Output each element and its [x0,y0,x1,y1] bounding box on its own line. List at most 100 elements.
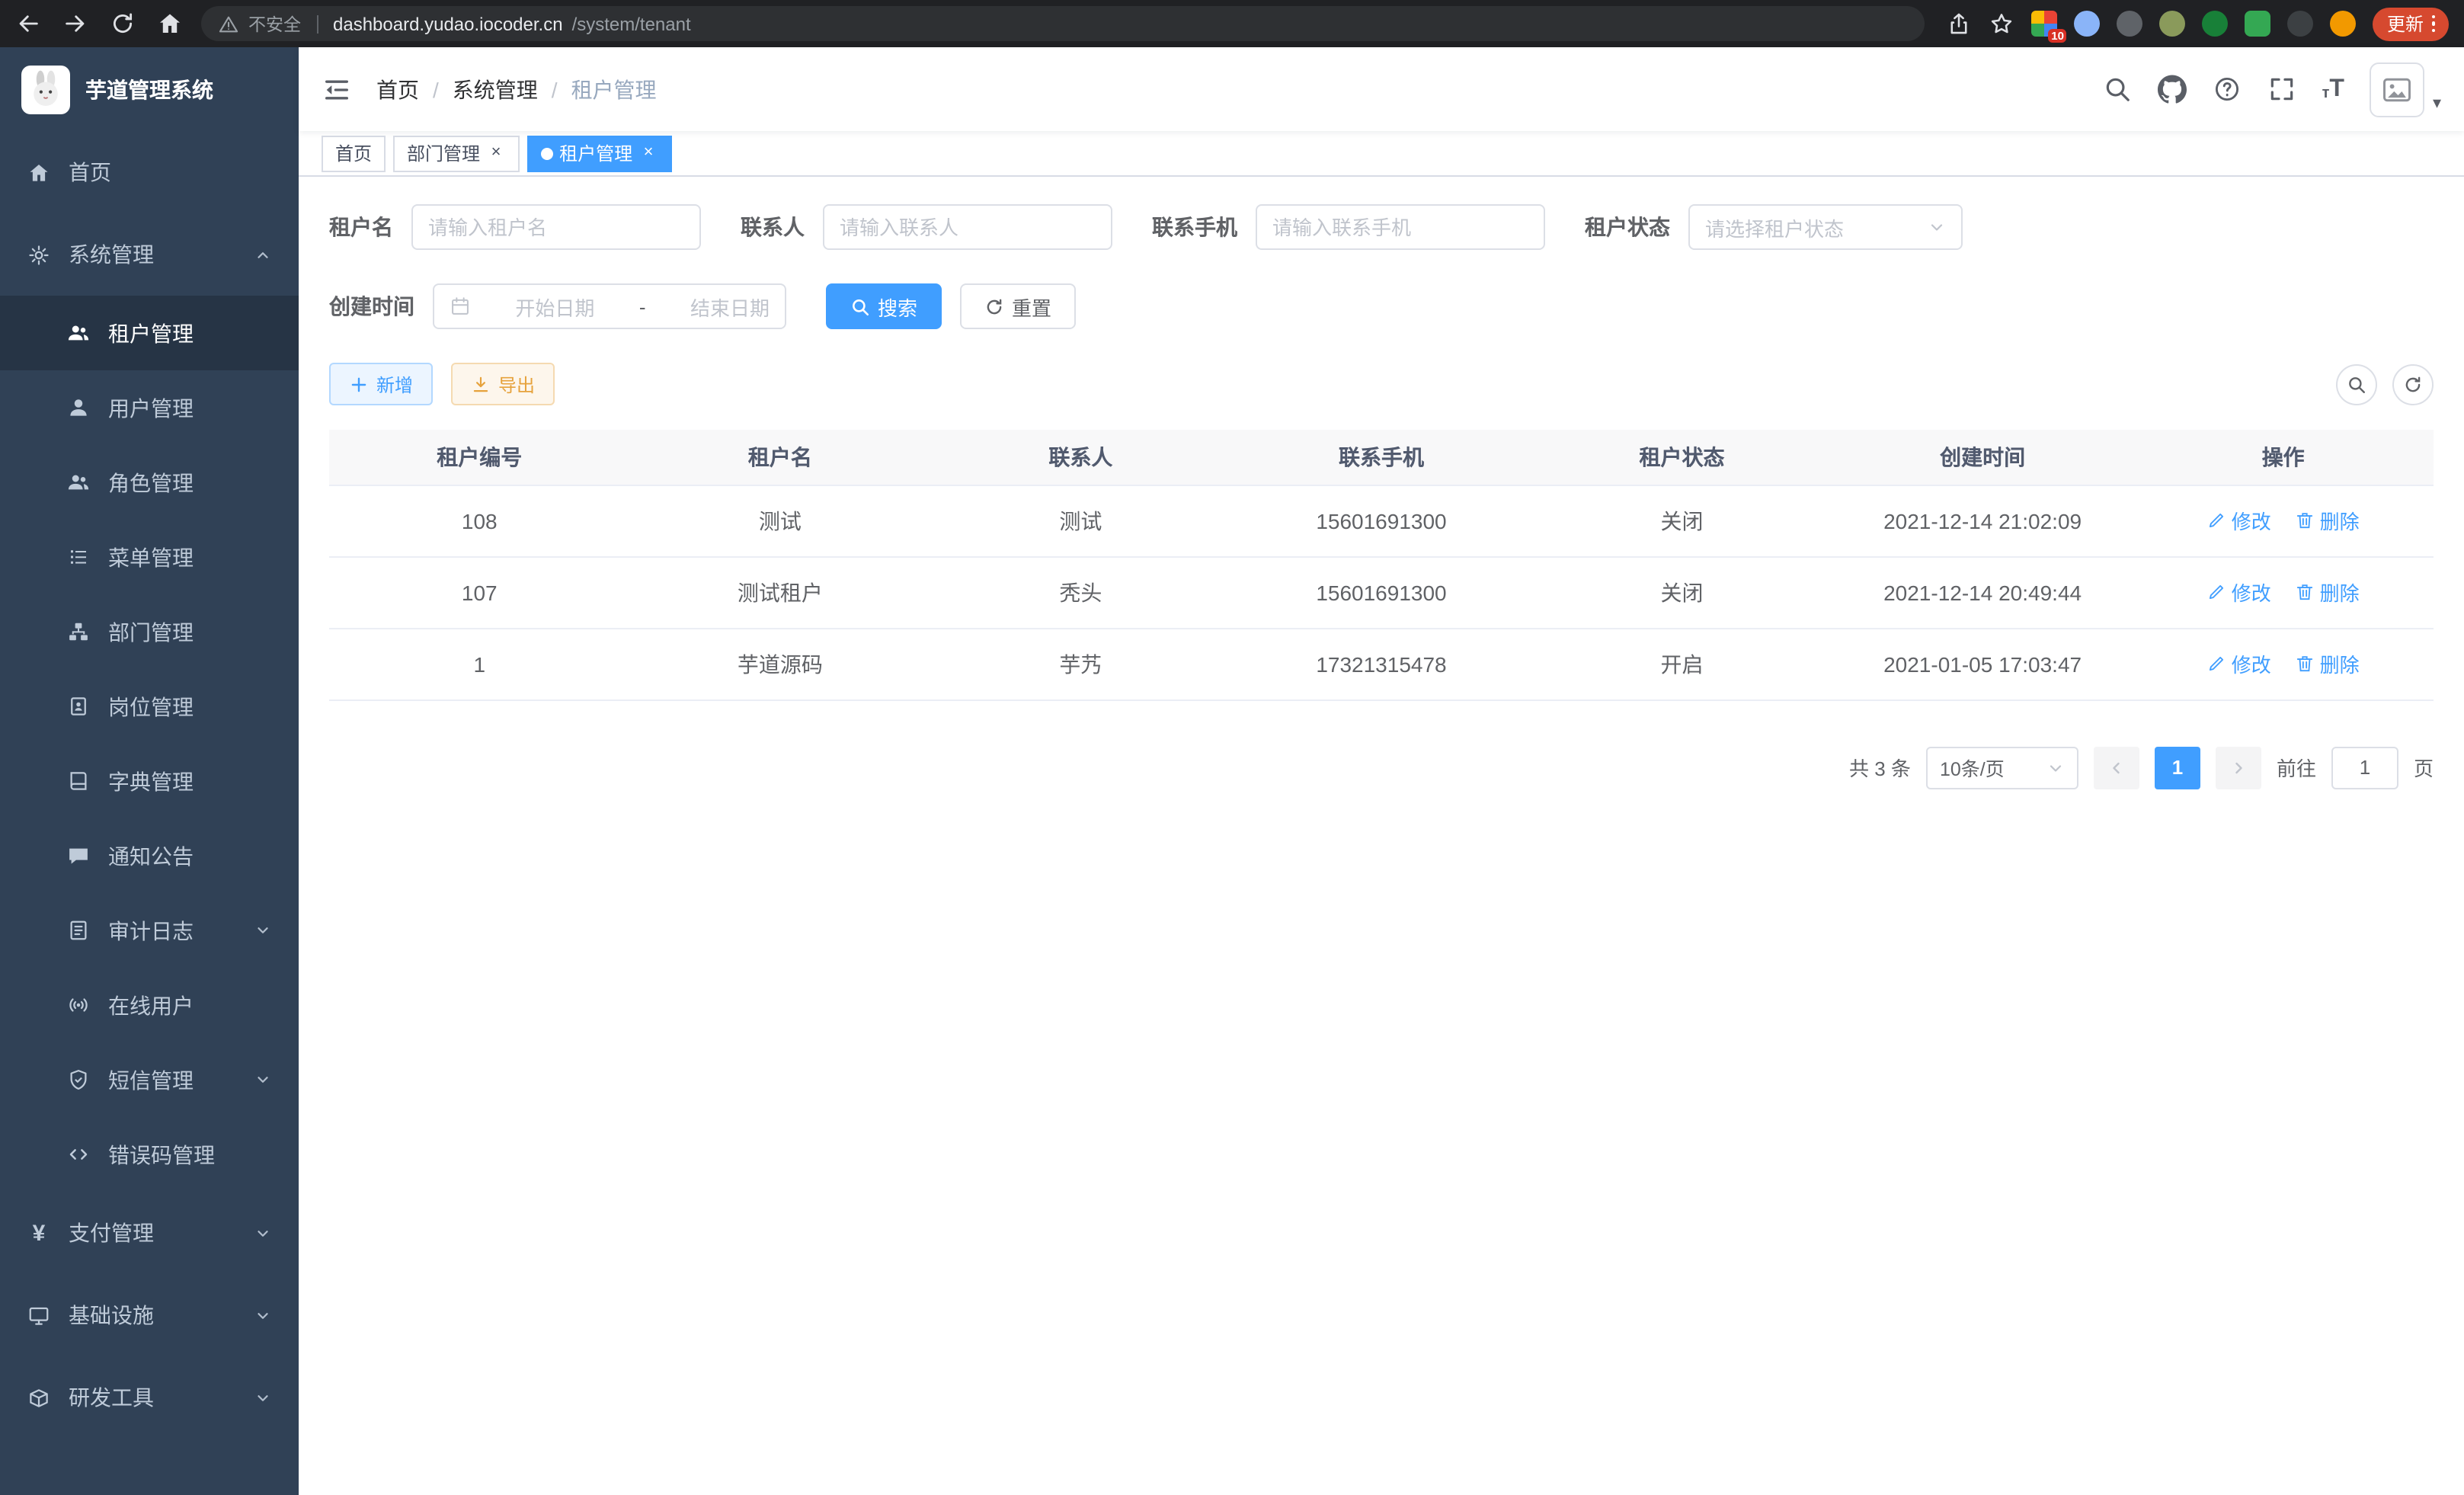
extension-icon[interactable]: 10 [2032,11,2058,37]
tab-label: 部门管理 [407,140,480,166]
column-header: 租户编号 [329,430,630,485]
page-number-active[interactable]: 1 [2155,746,2200,789]
page-size-value: 10条/页 [1940,753,2005,782]
fullscreen-icon[interactable] [2267,75,2296,104]
sidebar-item-home[interactable]: 首页 [0,131,299,213]
chevron-right-icon [2229,758,2248,776]
user-menu[interactable]: ▾ [2370,62,2441,117]
delete-link[interactable]: 删除 [2296,578,2360,607]
sidebar-item-tenant[interactable]: 租户管理 [0,296,299,370]
sidebar-logo[interactable]: 芋道管理系统 [0,47,299,131]
tab-home[interactable]: 首页 [322,135,386,171]
share-icon[interactable] [1947,11,1973,37]
extension-icon[interactable] [2245,11,2271,37]
edit-link[interactable]: 修改 [2207,649,2271,678]
prev-page-button[interactable] [2094,746,2139,789]
extension-icon[interactable] [2075,11,2101,37]
sidebar-item-system[interactable]: 系统管理 [0,213,299,296]
font-size-icon[interactable]: тT [2322,77,2344,101]
refresh-table-button[interactable] [2392,363,2434,405]
mobile-input[interactable] [1272,216,1528,238]
add-button[interactable]: 新增 [329,363,433,405]
tree-icon [67,620,90,643]
menu-kebab-icon[interactable] [2431,15,2435,33]
sidebar-collapse-icon[interactable] [322,74,352,104]
status-select[interactable]: 请选择租户状态 [1688,204,1963,250]
url-path[interactable]: /system/tenant [572,13,691,34]
link-label: 修改 [2232,578,2271,607]
bookmark-star-icon[interactable] [1989,11,2015,37]
reload-icon[interactable] [110,11,136,37]
sidebar-item-label: 用户管理 [108,392,194,423]
tenant-table: 租户编号 租户名 联系人 联系手机 租户状态 创建时间 操作 108 测试 [329,430,2434,700]
extension-icon[interactable] [2117,11,2143,37]
forward-icon[interactable] [62,11,88,37]
sidebar-item-audit-log[interactable]: 审计日志 [0,893,299,968]
sidebar-item-devtool[interactable]: 研发工具 [0,1356,299,1439]
extension-icon[interactable] [2160,11,2186,37]
contact-input[interactable] [840,216,1096,238]
caret-down-icon[interactable]: ▾ [2433,92,2441,117]
breadcrumb-home[interactable]: 首页 [376,74,419,104]
sidebar-item-dict[interactable]: 字典管理 [0,744,299,818]
tab-tenant[interactable]: 租户管理 × [527,135,672,171]
cell-created: 2021-12-14 20:49:44 [1832,556,2133,628]
page-suffix: 页 [2414,753,2434,782]
tab-dept[interactable]: 部门管理 × [393,135,520,171]
sidebar-item-notice[interactable]: 通知公告 [0,818,299,893]
breadcrumb-system[interactable]: 系统管理 [453,74,538,104]
toggle-search-button[interactable] [2336,363,2377,405]
book-icon [67,770,90,792]
security-label[interactable]: 不安全 [248,11,301,36]
chrome-update-button[interactable]: 更新 [2373,7,2449,40]
delete-link[interactable]: 删除 [2296,649,2360,678]
warning-icon[interactable] [218,13,239,34]
extension-icon[interactable] [2203,11,2229,37]
sidebar-item-menu[interactable]: 菜单管理 [0,520,299,594]
chevron-down-icon [254,1224,271,1241]
sidebar-item-dept[interactable]: 部门管理 [0,594,299,669]
extension-badge: 10 [2048,29,2067,43]
extension-icon[interactable] [2288,11,2314,37]
sidebar-item-user[interactable]: 用户管理 [0,370,299,445]
cell-name: 芋道源码 [630,628,931,699]
search-icon[interactable] [2103,75,2132,104]
edit-icon [2207,654,2227,674]
sidebar-item-error-code[interactable]: 错误码管理 [0,1117,299,1192]
close-icon[interactable]: × [486,143,506,163]
export-button[interactable]: 导出 [451,363,555,405]
address-bar[interactable]: 不安全 dashboard.yudao.iocoder.cn /system/t… [201,6,1925,41]
sidebar-item-role[interactable]: 角色管理 [0,445,299,520]
sidebar-item-sms[interactable]: 短信管理 [0,1042,299,1117]
sidebar-item-label: 在线用户 [108,990,194,1020]
filter-status: 租户状态 请选择租户状态 [1585,204,1963,250]
url-host[interactable]: dashboard.yudao.iocoder.cn [333,13,563,34]
reset-button[interactable]: 重置 [960,283,1076,329]
extension-icon[interactable] [2331,11,2357,37]
page-size-select[interactable]: 10条/页 [1926,746,2078,789]
sidebar-item-label: 错误码管理 [108,1139,215,1170]
search-button[interactable]: 搜索 [826,283,942,329]
filter-mobile: 联系手机 [1152,204,1545,250]
toolbar-right [2336,363,2434,405]
cell-actions: 修改 删除 [2133,628,2434,699]
help-icon[interactable] [2213,75,2242,104]
tenant-name-input[interactable] [428,216,684,238]
delete-link[interactable]: 删除 [2296,506,2360,535]
sidebar-item-post[interactable]: 岗位管理 [0,669,299,744]
avatar[interactable] [2370,62,2425,117]
next-page-button[interactable] [2216,746,2261,789]
github-icon[interactable] [2158,75,2187,104]
date-range-picker[interactable]: 开始日期 - 结束日期 [433,283,786,329]
goto-page-input[interactable] [2333,748,2397,787]
cell-actions: 修改 删除 [2133,485,2434,556]
sidebar-item-infra[interactable]: 基础设施 [0,1274,299,1356]
sidebar-item-online-user[interactable]: 在线用户 [0,968,299,1042]
edit-link[interactable]: 修改 [2207,578,2271,607]
sidebar-item-payment[interactable]: ¥ 支付管理 [0,1192,299,1274]
back-icon[interactable] [15,11,41,37]
close-icon[interactable]: × [638,143,658,163]
edit-link[interactable]: 修改 [2207,506,2271,535]
cell-status: 开启 [1531,628,1832,699]
home-nav-icon[interactable] [157,11,183,37]
